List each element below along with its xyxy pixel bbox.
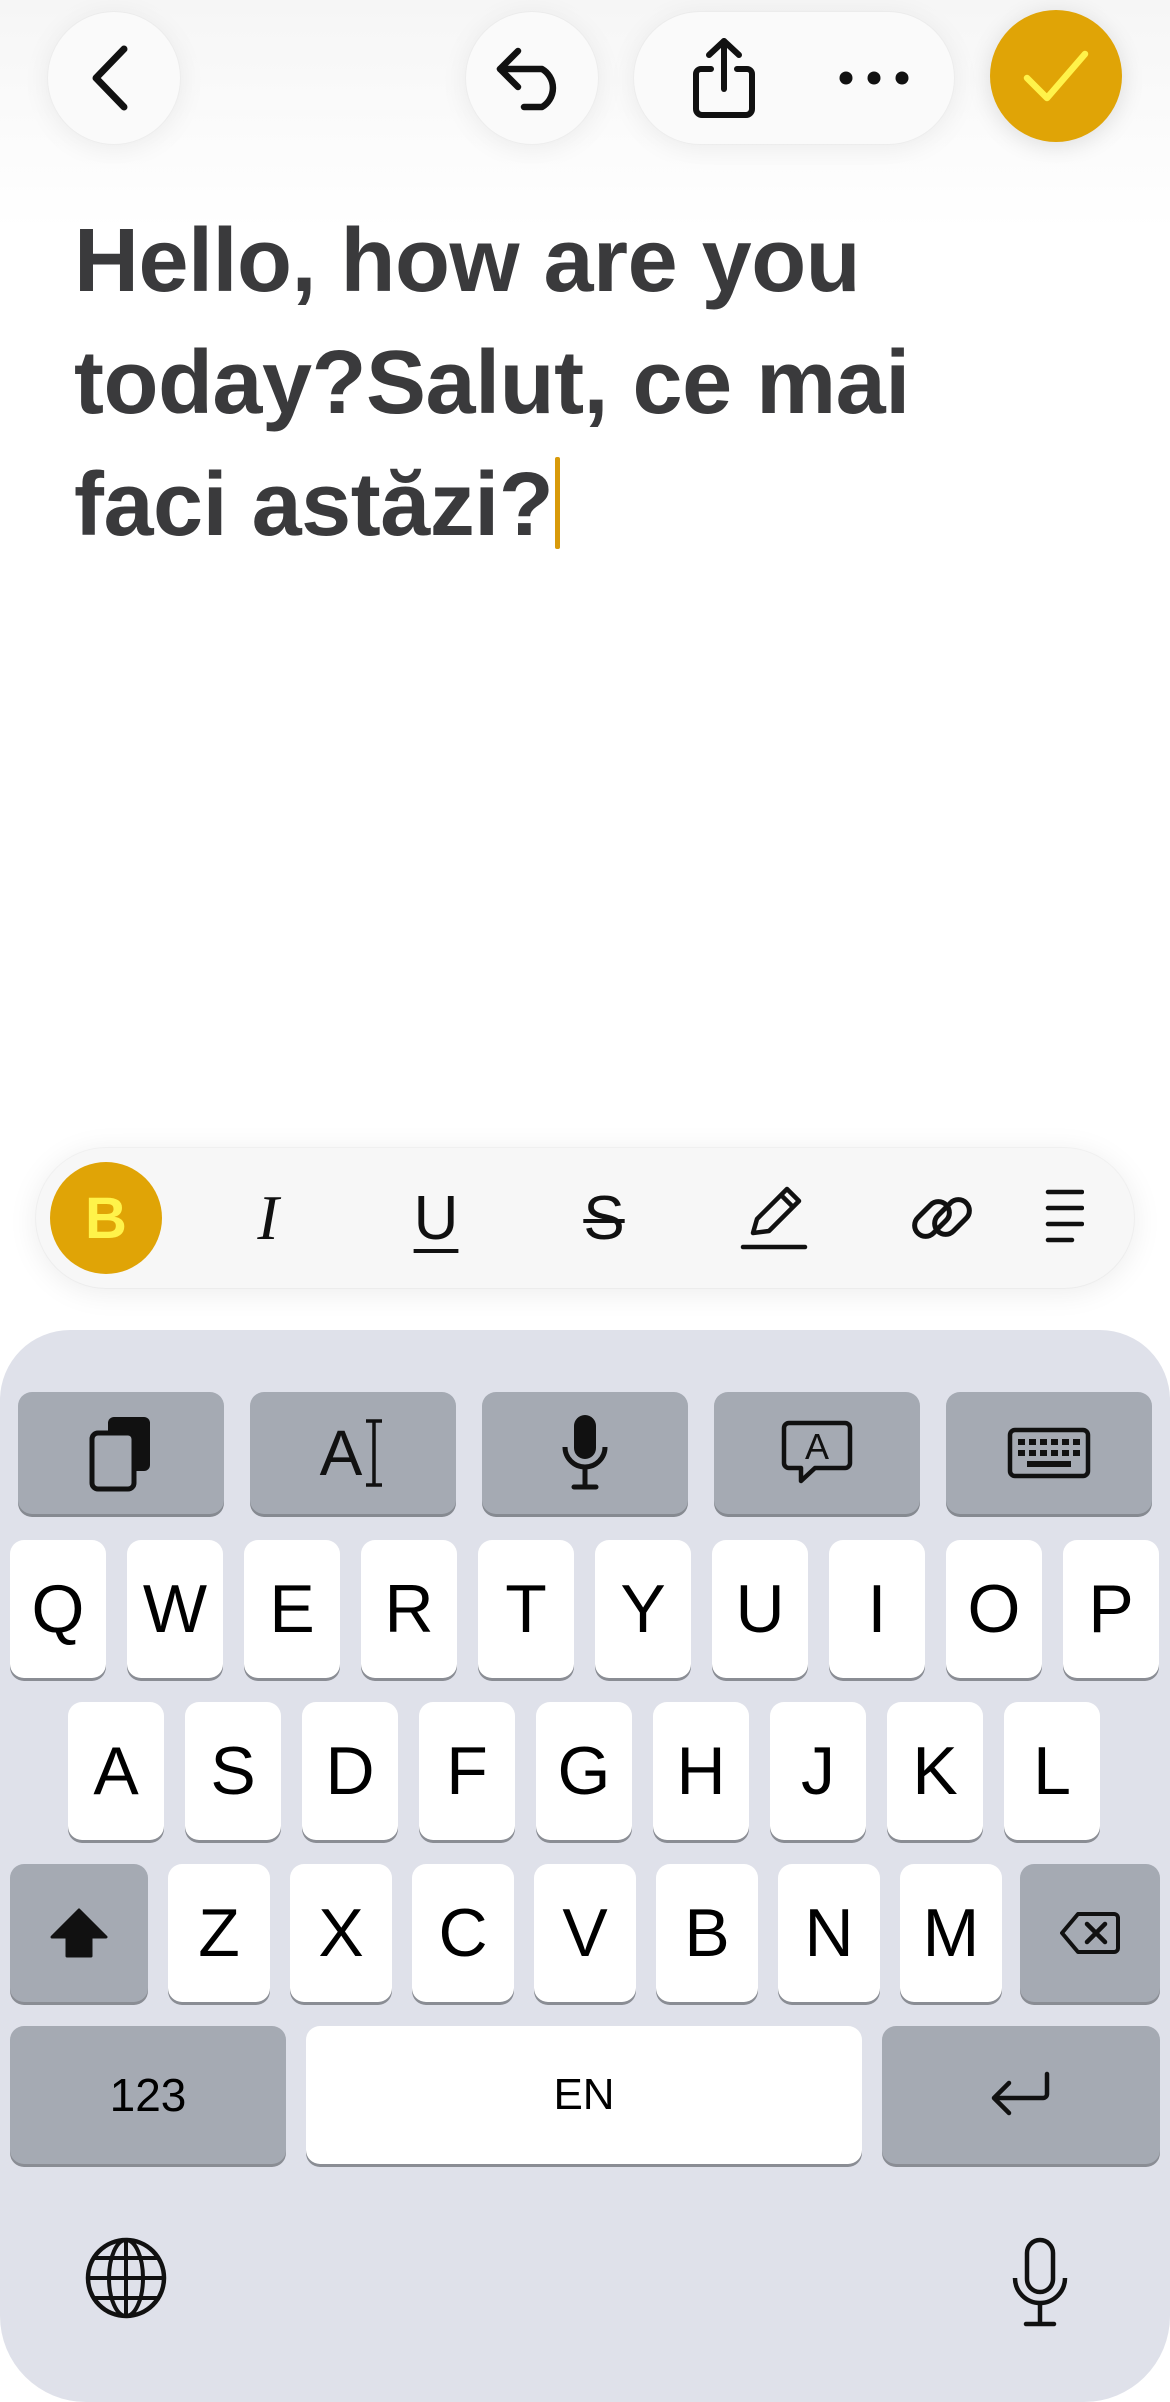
undo-button[interactable] bbox=[466, 12, 598, 144]
return-icon bbox=[991, 2071, 1050, 2116]
key-g[interactable]: G bbox=[536, 1702, 632, 1840]
clipboard-icon bbox=[89, 1417, 150, 1492]
bold-icon: B bbox=[85, 1185, 127, 1251]
key-j[interactable]: J bbox=[770, 1702, 866, 1840]
key-d[interactable]: D bbox=[302, 1702, 398, 1840]
globe-button[interactable] bbox=[76, 2228, 176, 2328]
note-body[interactable]: Hello, how are you today?Salut, ce mai f… bbox=[74, 200, 1074, 566]
backspace-key[interactable] bbox=[1020, 1864, 1160, 2002]
clipboard-key[interactable] bbox=[18, 1392, 224, 1514]
formatting-toolbar: B I U S bbox=[36, 1148, 1134, 1288]
back-button[interactable] bbox=[48, 12, 180, 144]
cursor-bar-icon bbox=[366, 1419, 383, 1487]
key-s[interactable]: S bbox=[185, 1702, 281, 1840]
text-caret bbox=[555, 457, 561, 549]
keyboard-switch-key[interactable] bbox=[946, 1392, 1152, 1514]
key-u[interactable]: U bbox=[712, 1540, 808, 1678]
key-i[interactable]: I bbox=[829, 1540, 925, 1678]
ellipsis-icon bbox=[839, 71, 909, 85]
more-button[interactable] bbox=[804, 12, 944, 144]
key-v[interactable]: V bbox=[534, 1864, 636, 2002]
share-icon bbox=[693, 38, 755, 118]
key-m[interactable]: M bbox=[900, 1864, 1002, 2002]
highlight-pen-icon bbox=[740, 1186, 808, 1250]
shift-icon bbox=[50, 1908, 108, 1958]
translate-key[interactable]: A bbox=[714, 1392, 920, 1514]
checkmark-icon bbox=[1023, 50, 1089, 102]
list-button[interactable] bbox=[1044, 1148, 1134, 1288]
key-z[interactable]: Z bbox=[168, 1864, 270, 2002]
microphone-icon bbox=[1012, 2237, 1068, 2327]
key-a[interactable]: A bbox=[68, 1702, 164, 1840]
key-r[interactable]: R bbox=[361, 1540, 457, 1678]
key-x[interactable]: X bbox=[290, 1864, 392, 2002]
share-button[interactable] bbox=[654, 12, 794, 144]
undo-arrow-icon bbox=[496, 47, 557, 111]
key-y[interactable]: Y bbox=[595, 1540, 691, 1678]
underline-button[interactable]: U bbox=[376, 1148, 496, 1288]
key-w[interactable]: W bbox=[127, 1540, 223, 1678]
globe-icon bbox=[85, 2237, 167, 2319]
space-key[interactable]: EN bbox=[306, 2026, 862, 2164]
link-button[interactable] bbox=[882, 1148, 1002, 1288]
key-p[interactable]: P bbox=[1063, 1540, 1159, 1678]
key-k[interactable]: K bbox=[887, 1702, 983, 1840]
strikethrough-button[interactable]: S bbox=[544, 1148, 664, 1288]
numbers-key[interactable]: 123 bbox=[10, 2026, 286, 2164]
list-icon bbox=[1045, 1189, 1084, 1243]
backspace-icon bbox=[1060, 1912, 1120, 1954]
chevron-left-icon bbox=[92, 45, 128, 111]
underline-icon: U bbox=[413, 1183, 459, 1253]
key-f[interactable]: F bbox=[419, 1702, 515, 1840]
italic-button[interactable]: I bbox=[208, 1148, 328, 1288]
strikethrough-icon: S bbox=[583, 1183, 625, 1253]
italic-icon: I bbox=[257, 1182, 279, 1253]
keyboard-icon bbox=[1007, 1427, 1091, 1479]
key-o[interactable]: O bbox=[946, 1540, 1042, 1678]
text-cursor-icon: A bbox=[320, 1416, 387, 1490]
shift-key[interactable] bbox=[10, 1864, 148, 2002]
key-c[interactable]: C bbox=[412, 1864, 514, 2002]
share-more-group bbox=[634, 12, 954, 144]
key-b[interactable]: B bbox=[656, 1864, 758, 2002]
translate-bubble-icon: A bbox=[781, 1417, 853, 1489]
dictation-tool-key[interactable] bbox=[482, 1392, 688, 1514]
key-q[interactable]: Q bbox=[10, 1540, 106, 1678]
note-text: Hello, how are you today?Salut, ce mai f… bbox=[74, 211, 910, 555]
microphone-icon bbox=[562, 1415, 608, 1490]
link-icon bbox=[912, 1197, 972, 1239]
key-n[interactable]: N bbox=[778, 1864, 880, 2002]
dictation-button[interactable] bbox=[990, 2228, 1090, 2338]
return-key[interactable] bbox=[882, 2026, 1160, 2164]
done-button[interactable] bbox=[990, 10, 1122, 142]
text-cursor-key[interactable]: A bbox=[250, 1392, 456, 1514]
key-l[interactable]: L bbox=[1004, 1702, 1100, 1840]
key-e[interactable]: E bbox=[244, 1540, 340, 1678]
key-t[interactable]: T bbox=[478, 1540, 574, 1678]
key-h[interactable]: H bbox=[653, 1702, 749, 1840]
bold-button[interactable]: B bbox=[50, 1162, 162, 1274]
highlight-button[interactable] bbox=[714, 1148, 834, 1288]
